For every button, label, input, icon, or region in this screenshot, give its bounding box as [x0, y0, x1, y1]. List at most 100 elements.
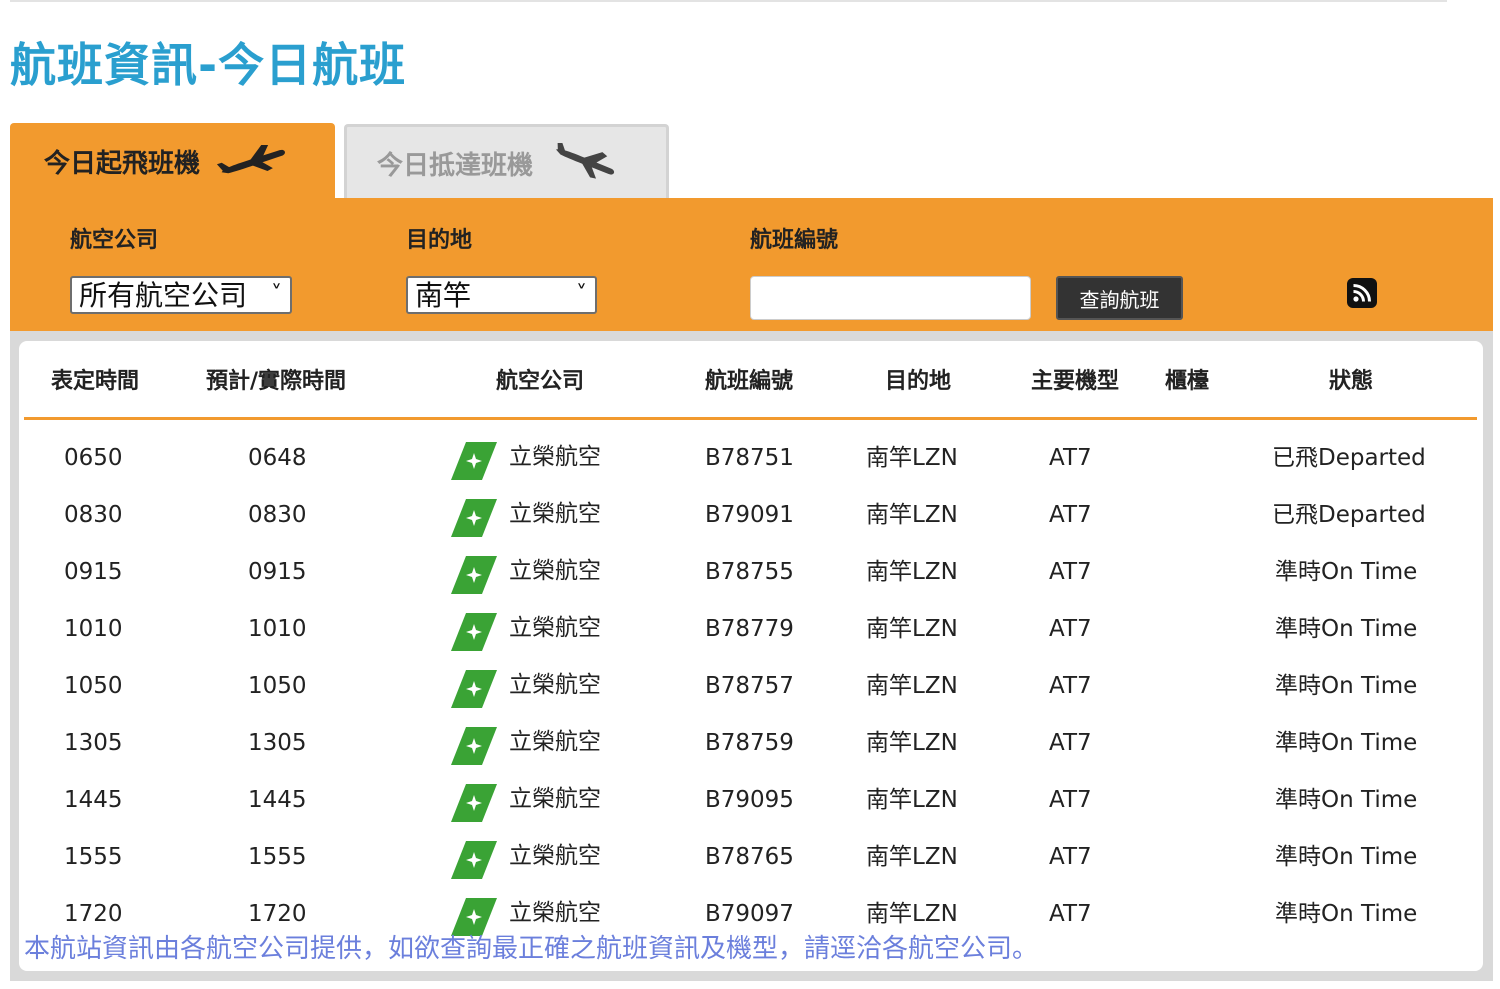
flight-number: B78755 [705, 559, 794, 585]
destination: 南竿LZN [866, 559, 958, 585]
airline-name: 立榮航空 [509, 444, 601, 470]
scheduled-time: 1445 [64, 787, 123, 813]
scheduled-time: 0650 [64, 445, 123, 471]
rss-icon [1353, 284, 1371, 302]
flight-status: 準時On Time [1275, 787, 1418, 813]
table-row[interactable]: 1305 1305 立榮航空 B78759 南竿LZN AT7 準時On Tim… [19, 716, 1483, 773]
scheduled-time: 1305 [64, 730, 123, 756]
scheduled-time: 1555 [64, 844, 123, 870]
flight-number-filter-label: 航班編號 [750, 228, 839, 253]
destination: 南竿LZN [866, 502, 958, 528]
airline-name: 立榮航空 [509, 501, 601, 527]
table-row[interactable]: 0830 0830 立榮航空 B79091 南竿LZN AT7 已飛Depart… [19, 488, 1483, 545]
destination: 南竿LZN [866, 730, 958, 756]
flight-number: B79091 [705, 502, 794, 528]
aircraft-type: AT7 [1049, 844, 1092, 870]
column-header-counter: 櫃檯 [1165, 369, 1210, 394]
column-header-aircraft: 主要機型 [1031, 369, 1120, 394]
destination-select[interactable]: 南竿 ˅ [406, 276, 597, 314]
airline-name: 立榮航空 [509, 672, 601, 698]
tab-departures-label: 今日起飛班機 [44, 149, 201, 179]
flight-number: B78779 [705, 616, 794, 642]
flight-number: B79097 [705, 901, 794, 927]
plane-landing-icon [556, 143, 615, 179]
airline-select[interactable]: 所有航空公司 ˅ [70, 276, 292, 314]
flight-status: 已飛Departed [1272, 445, 1426, 471]
plane-takeoff-icon [216, 144, 285, 173]
scheduled-time: 0915 [64, 559, 123, 585]
scheduled-time: 1720 [64, 901, 123, 927]
aircraft-type: AT7 [1049, 901, 1092, 927]
table-row[interactable]: 0915 0915 立榮航空 B78755 南竿LZN AT7 準時On Tim… [19, 545, 1483, 602]
destination: 南竿LZN [866, 787, 958, 813]
column-header-status: 狀態 [1329, 369, 1374, 394]
search-flights-button[interactable]: 查詢航班 [1056, 276, 1183, 320]
flights-table: 表定時間 預計/實際時間 航空公司 航班編號 目的地 主要機型 櫃檯 狀態 06… [19, 341, 1483, 971]
aircraft-type: AT7 [1049, 730, 1092, 756]
destination: 南竿LZN [866, 616, 958, 642]
flight-number-input[interactable] [750, 276, 1031, 320]
actual-time: 0830 [248, 502, 307, 528]
airline-name: 立榮航空 [509, 729, 601, 755]
search-filter-bar: 航空公司 目的地 航班編號 所有航空公司 ˅ 南竿 ˅ 查詢航班 [10, 198, 1493, 331]
uni-air-logo [451, 784, 497, 822]
actual-time: 1555 [248, 844, 307, 870]
flight-number: B78751 [705, 445, 794, 471]
table-row[interactable]: 1050 1050 立榮航空 B78757 南竿LZN AT7 準時On Tim… [19, 659, 1483, 716]
flight-status: 準時On Time [1275, 730, 1418, 756]
actual-time: 0915 [248, 559, 307, 585]
airline-name: 立榮航空 [509, 558, 601, 584]
flight-number: B79095 [705, 787, 794, 813]
uni-air-logo [451, 727, 497, 765]
table-row[interactable]: 1555 1555 立榮航空 B78765 南竿LZN AT7 準時On Tim… [19, 830, 1483, 887]
airline-name: 立榮航空 [509, 786, 601, 812]
uni-air-logo [451, 841, 497, 879]
uni-air-logo [451, 556, 497, 594]
scheduled-time: 1050 [64, 673, 123, 699]
tab-arrivals-label: 今日抵達班機 [377, 150, 534, 181]
aircraft-type: AT7 [1049, 673, 1092, 699]
table-row[interactable]: 1445 1445 立榮航空 B79095 南竿LZN AT7 準時On Tim… [19, 773, 1483, 830]
aircraft-type: AT7 [1049, 559, 1092, 585]
airline-name: 立榮航空 [509, 843, 601, 869]
flight-status: 準時On Time [1275, 673, 1418, 699]
flight-number: B78757 [705, 673, 794, 699]
actual-time: 1445 [248, 787, 307, 813]
destination-filter-label: 目的地 [406, 228, 473, 253]
actual-time: 1720 [248, 901, 307, 927]
scheduled-time: 0830 [64, 502, 123, 528]
top-divider [10, 0, 1447, 2]
column-header-scheduled: 表定時間 [51, 369, 140, 394]
table-row[interactable]: 0650 0648 立榮航空 B78751 南竿LZN AT7 已飛Depart… [19, 431, 1483, 488]
destination-select-value: 南竿 [415, 279, 472, 312]
chevron-down-icon: ˅ [576, 282, 587, 307]
scheduled-time: 1010 [64, 616, 123, 642]
table-row[interactable]: 1010 1010 立榮航空 B78779 南竿LZN AT7 準時On Tim… [19, 602, 1483, 659]
data-source-footnote: 本航站資訊由各航空公司提供，如欲查詢最正確之航班資訊及機型，請逕洽各航空公司。 [24, 934, 1039, 964]
uni-air-logo [451, 613, 497, 651]
actual-time: 1010 [248, 616, 307, 642]
table-header-divider [24, 417, 1477, 420]
uni-air-logo [451, 499, 497, 537]
actual-time: 1050 [248, 673, 307, 699]
column-header-airline: 航空公司 [496, 369, 585, 394]
tab-arrivals[interactable]: 今日抵達班機 [344, 124, 669, 199]
flight-status: 準時On Time [1275, 901, 1418, 927]
column-header-actual: 預計/實際時間 [206, 369, 347, 394]
chevron-down-icon: ˅ [271, 282, 282, 307]
tab-departures[interactable]: 今日起飛班機 [10, 123, 335, 200]
rss-feed-button[interactable] [1347, 278, 1377, 308]
actual-time: 0648 [248, 445, 307, 471]
aircraft-type: AT7 [1049, 787, 1092, 813]
aircraft-type: AT7 [1049, 502, 1092, 528]
destination: 南竿LZN [866, 673, 958, 699]
flight-status: 準時On Time [1275, 559, 1418, 585]
flight-tabs: 今日起飛班機 今日抵達班機 [10, 123, 710, 200]
airline-select-value: 所有航空公司 [79, 279, 248, 312]
destination: 南竿LZN [866, 445, 958, 471]
destination: 南竿LZN [866, 844, 958, 870]
uni-air-logo [451, 442, 497, 480]
airline-filter-label: 航空公司 [70, 228, 159, 253]
flight-status: 準時On Time [1275, 616, 1418, 642]
flight-number: B78759 [705, 730, 794, 756]
